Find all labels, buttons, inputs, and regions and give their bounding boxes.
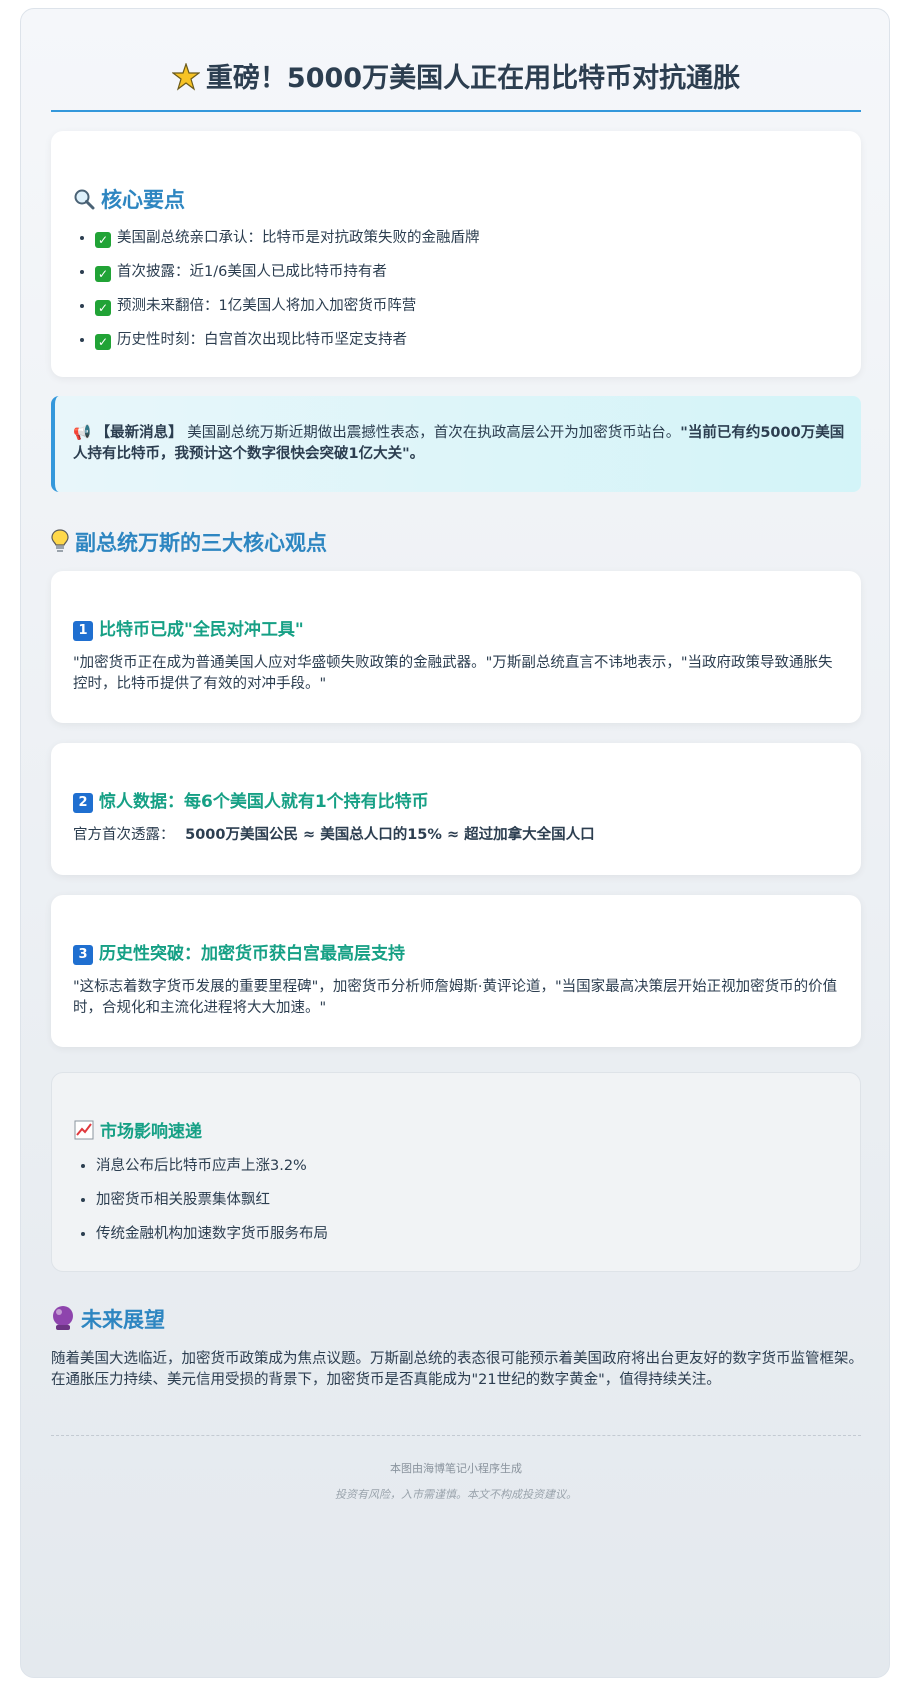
footer-divider bbox=[51, 1435, 861, 1436]
key-points-title: 核心要点 bbox=[101, 188, 185, 212]
market-heading: 市场影响速递 bbox=[74, 1117, 202, 1142]
magnifier-icon bbox=[73, 188, 95, 212]
page-title-text: 重磅！5000万美国人正在用比特币对抗通胀 bbox=[205, 63, 741, 94]
market-list: 消息公布后比特币应声上涨3.2% 加密货币相关股票集体飘红 传统金融机构加速数字… bbox=[74, 1149, 328, 1251]
view-card-1: 1 比特币已成"全民对冲工具" "加密货币正在成为普通美国人应对华盛顿失败政策的金… bbox=[51, 571, 861, 723]
lightbulb-icon bbox=[51, 529, 69, 555]
key-points-heading: 核心要点 bbox=[73, 184, 185, 214]
key-points-card: 核心要点 ✓ 美国副总统亲口承认：比特币是对抗政策失败的金融盾牌 ✓ 首次披露：近1… bbox=[51, 131, 861, 377]
check-icon: ✓ bbox=[95, 334, 111, 350]
view-card-3: 3 历史性突破：加密货币获白宫最高层支持 "这标志着数字货币发展的重要里程碑"，加… bbox=[51, 895, 861, 1047]
view-3-text: "这标志着数字货币发展的重要里程碑"，加密货币分析师詹姆斯·黄评论道，"当国家最… bbox=[73, 979, 838, 1016]
footer-disclaimer: 投资有风险，入市需谨慎。本文不构成投资建议。 bbox=[335, 1488, 577, 1501]
view-3-title: 历史性突破：加密货币获白宫最高层支持 bbox=[99, 944, 405, 964]
check-icon: ✓ bbox=[95, 266, 111, 282]
views-heading: 副总统万斯的三大核心观点 bbox=[51, 527, 327, 557]
list-item: ✓ 首次披露：近1/6美国人已成比特币持有者 bbox=[95, 255, 480, 289]
market-title: 市场影响速递 bbox=[100, 1122, 202, 1142]
view-3-heading: 3 历史性突破：加密货币获白宫最高层支持 bbox=[73, 939, 405, 965]
future-text: 随着美国大选临近，加密货币政策成为焦点议题。万斯副总统的表态很可能预示着美国政府… bbox=[51, 1351, 863, 1388]
article-card: 重磅！5000万美国人正在用比特币对抗通胀 核心要点 ✓ 美国副总统亲口承认：比特… bbox=[20, 8, 890, 1678]
view-1-text: "加密货币正在成为普通美国人应对华盛顿失败政策的金融武器。"万斯副总统直言不讳地… bbox=[73, 655, 833, 692]
footer-generated: 本图由海博笔记小程序生成 bbox=[390, 1462, 522, 1475]
check-icon: ✓ bbox=[95, 300, 111, 316]
page-title: 重磅！5000万美国人正在用比特币对抗通胀 bbox=[51, 56, 861, 95]
news-text: 📢 【最新消息】 美国副总统万斯近期做出震撼性表态，首次在执政高层公开为加密货币… bbox=[73, 423, 848, 465]
list-item: 消息公布后比特币应声上涨3.2% bbox=[96, 1149, 328, 1183]
future-title: 未来展望 bbox=[81, 1308, 165, 1332]
check-icon: ✓ bbox=[95, 232, 111, 248]
list-item: 传统金融机构加速数字货币服务布局 bbox=[96, 1217, 328, 1251]
sparkle-star-icon bbox=[171, 62, 201, 94]
view-1-heading: 1 比特币已成"全民对冲工具" bbox=[73, 615, 304, 641]
list-item-text: 历史性时刻：白宫首次出现比特币坚定支持者 bbox=[117, 332, 407, 348]
future-heading: 未来展望 bbox=[51, 1304, 165, 1334]
megaphone-icon: 📢 bbox=[73, 425, 92, 441]
news-body: 美国副总统万斯近期做出震撼性表态，首次在执政高层公开为加密货币站台。 bbox=[187, 425, 681, 441]
view-2-prefix: 官方首次透露： bbox=[73, 827, 175, 843]
number-three-icon: 3 bbox=[73, 945, 93, 965]
news-callout: 📢 【最新消息】 美国副总统万斯近期做出震撼性表态，首次在执政高层公开为加密货币… bbox=[51, 396, 861, 492]
view-2-title: 惊人数据：每6个美国人就有1个持有比特币 bbox=[99, 792, 429, 812]
views-title: 副总统万斯的三大核心观点 bbox=[75, 531, 327, 555]
title-divider bbox=[51, 110, 861, 112]
market-card: 市场影响速递 消息公布后比特币应声上涨3.2% 加密货币相关股票集体飘红 传统金… bbox=[51, 1072, 861, 1272]
news-tag: 【最新消息】 bbox=[95, 425, 183, 441]
list-item: ✓ 历史性时刻：白宫首次出现比特币坚定支持者 bbox=[95, 323, 480, 357]
view-card-2: 2 惊人数据：每6个美国人就有1个持有比特币 官方首次透露： 5000万美国公民 … bbox=[51, 743, 861, 875]
chart-up-icon bbox=[74, 1120, 94, 1142]
list-item: ✓ 美国副总统亲口承认：比特币是对抗政策失败的金融盾牌 bbox=[95, 221, 480, 255]
list-item: 加密货币相关股票集体飘红 bbox=[96, 1183, 328, 1217]
crystal-ball-icon bbox=[51, 1305, 75, 1332]
number-one-icon: 1 bbox=[73, 621, 93, 641]
number-two-icon: 2 bbox=[73, 793, 93, 813]
list-item-text: 预测未来翻倍：1亿美国人将加入加密货币阵营 bbox=[117, 298, 417, 314]
list-item-text: 首次披露：近1/6美国人已成比特币持有者 bbox=[117, 264, 387, 280]
view-2-heading: 2 惊人数据：每6个美国人就有1个持有比特币 bbox=[73, 787, 429, 813]
list-item: ✓ 预测未来翻倍：1亿美国人将加入加密货币阵营 bbox=[95, 289, 480, 323]
view-1-title: 比特币已成"全民对冲工具" bbox=[99, 620, 304, 640]
list-item-text: 美国副总统亲口承认：比特币是对抗政策失败的金融盾牌 bbox=[117, 230, 480, 246]
view-2-stat: 5000万美国公民 ≈ 美国总人口的15% ≈ 超过加拿大全国人口 bbox=[185, 827, 595, 843]
view-2-text: 官方首次透露： 5000万美国公民 ≈ 美国总人口的15% ≈ 超过加拿大全国人… bbox=[73, 825, 839, 846]
key-points-list: ✓ 美国副总统亲口承认：比特币是对抗政策失败的金融盾牌 ✓ 首次披露：近1/6美国人… bbox=[73, 221, 480, 357]
